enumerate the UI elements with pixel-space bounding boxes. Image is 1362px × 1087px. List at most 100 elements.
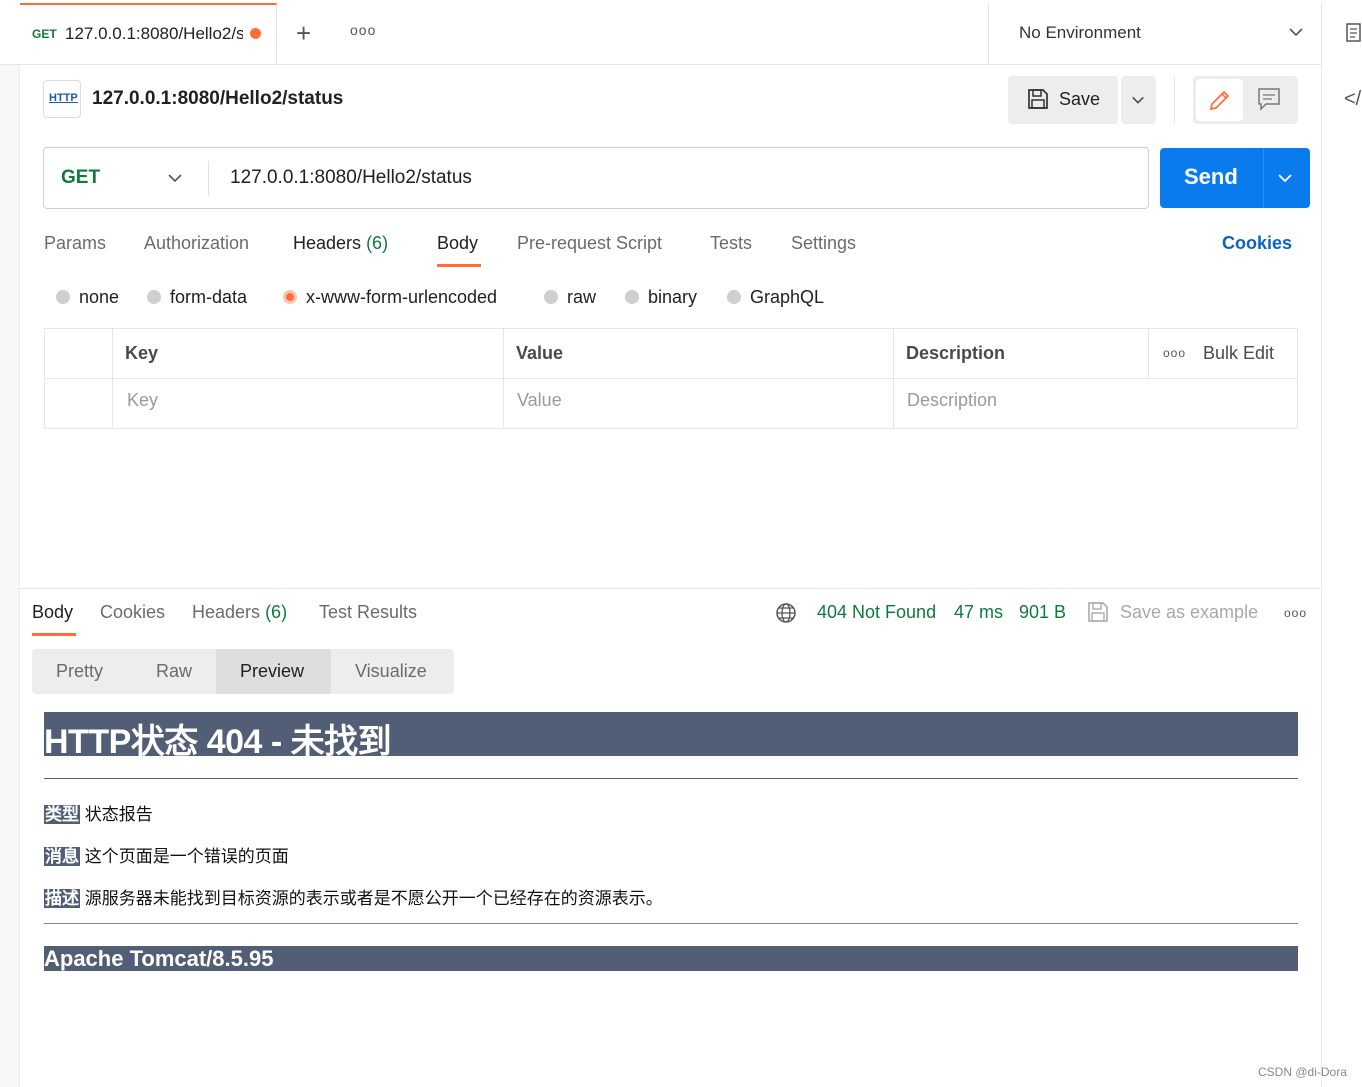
radio-label: none [79, 287, 120, 307]
preview-footer: Apache Tomcat/8.5.95 [44, 946, 274, 971]
preview-row-description: 描述 源服务器未能找到目标资源的表示或者是不愿公开一个已经存在的资源表示。 [44, 884, 663, 909]
bulk-edit-button[interactable]: Bulk Edit [1203, 343, 1274, 364]
request-title[interactable]: 127.0.0.1:8080/Hello2/status [92, 88, 343, 110]
response-headers-label: Headers [192, 602, 261, 622]
radio-label: GraphQL [750, 287, 825, 307]
method-select[interactable]: GET [61, 167, 100, 189]
environment-quick-look-icon[interactable] [1346, 22, 1362, 44]
response-tab-test-results[interactable]: Test Results [319, 602, 417, 623]
tab-title: 127.0.0.1:8080/Hello2/s [65, 24, 243, 43]
response-more-button[interactable]: ooo [1284, 606, 1307, 620]
radio-circle [147, 290, 161, 304]
response-tab-headers[interactable]: Headers (6) [192, 602, 287, 623]
new-tab-button[interactable]: + [296, 20, 311, 46]
response-headers-count: (6) [265, 602, 288, 622]
url-input[interactable]: 127.0.0.1:8080/Hello2/status [230, 167, 472, 189]
response-tab-cookies[interactable]: Cookies [100, 602, 165, 623]
send-options-chevron-icon[interactable] [1277, 170, 1293, 186]
headers-count: (6) [366, 233, 389, 253]
tab-tests[interactable]: Tests [710, 233, 752, 254]
radio-none[interactable]: none [56, 287, 119, 308]
globe-icon[interactable] [775, 602, 797, 624]
view-raw[interactable]: Raw [156, 661, 192, 682]
radio-x-www-form-urlencoded[interactable]: x-www-form-urlencoded [283, 287, 497, 308]
edit-mode-button[interactable] [1196, 79, 1243, 121]
response-divider[interactable] [20, 588, 1321, 589]
tab-prerequest-script[interactable]: Pre-request Script [517, 233, 662, 254]
code-snippet-icon[interactable]: </ [1344, 88, 1361, 111]
column-header-key: Key [125, 343, 159, 363]
unsaved-indicator-icon [250, 28, 261, 39]
active-tab-indicator [32, 633, 76, 636]
preview-row-label: 类型 [44, 805, 80, 824]
left-sidebar [0, 0, 20, 1087]
http-badge-label: HTTP [49, 92, 78, 104]
save-icon [1028, 89, 1048, 109]
preview-row-text: 状态报告 [84, 805, 153, 824]
preview-row-label: 消息 [44, 847, 80, 866]
save-dropdown-button[interactable] [1121, 76, 1156, 124]
table-more-button[interactable]: ooo [1163, 346, 1186, 360]
tab-headers[interactable]: Headers (6) [293, 233, 388, 254]
response-time[interactable]: 47 ms [954, 602, 1003, 623]
radio-graphql[interactable]: GraphQL [727, 287, 824, 308]
response-tab-body[interactable]: Body [32, 602, 73, 623]
view-preview[interactable]: Preview [240, 661, 304, 682]
radio-raw[interactable]: raw [544, 287, 596, 308]
tab-method-badge: GET [32, 27, 57, 41]
radio-circle [625, 290, 639, 304]
save-button-label: Save [1059, 89, 1101, 109]
description-input[interactable]: Description [907, 390, 997, 411]
watermark: CSDN @di-Dora [1258, 1065, 1347, 1079]
preview-rule [44, 923, 1298, 924]
radio-binary[interactable]: binary [625, 287, 697, 308]
column-header-description: Description [906, 343, 1006, 363]
environment-label: No Environment [1019, 23, 1141, 42]
preview-row-text: 这个页面是一个错误的页面 [84, 847, 289, 866]
right-sidebar [1321, 64, 1362, 1087]
cookies-link[interactable]: Cookies [1222, 233, 1292, 254]
tab-headers-label: Headers [293, 233, 362, 253]
send-divider [1263, 148, 1264, 208]
column-header-value: Value [516, 343, 564, 363]
key-input[interactable]: Key [127, 390, 158, 411]
tab-body[interactable]: Body [437, 233, 478, 254]
save-example-icon [1088, 602, 1108, 622]
comment-icon[interactable] [1256, 86, 1282, 112]
toolbar-divider [1174, 76, 1175, 124]
save-as-example-button[interactable]: Save as example [1120, 602, 1258, 623]
active-tab-indicator [437, 264, 481, 267]
chevron-down-icon [1289, 28, 1303, 37]
view-pretty[interactable]: Pretty [56, 661, 103, 682]
preview-heading: HTTP状态 404 - 未找到 [44, 723, 392, 761]
radio-label: binary [648, 287, 698, 307]
response-size[interactable]: 901 B [1019, 602, 1066, 623]
send-button-label: Send [1184, 164, 1238, 189]
radio-form-data[interactable]: form-data [147, 287, 247, 308]
preview-row-text: 源服务器未能找到目标资源的表示或者是不愿公开一个已经存在的资源表示。 [84, 889, 663, 908]
table-divider [1148, 328, 1149, 378]
preview-rule [44, 778, 1298, 779]
chevron-down-icon[interactable] [167, 170, 183, 186]
url-divider [208, 161, 209, 195]
value-input[interactable]: Value [517, 390, 562, 411]
view-visualize[interactable]: Visualize [355, 661, 427, 682]
preview-row-label: 描述 [44, 889, 80, 908]
radio-label: x-www-form-urlencoded [306, 287, 498, 307]
radio-label: form-data [170, 287, 248, 307]
tab-params[interactable]: Params [44, 233, 106, 254]
table-row-divider [44, 378, 1298, 379]
radio-label: raw [567, 287, 597, 307]
pencil-icon [1209, 90, 1230, 111]
tab-more-button[interactable]: ooo [350, 22, 376, 38]
tab-settings[interactable]: Settings [791, 233, 856, 254]
radio-circle [727, 290, 741, 304]
chevron-down-icon [1132, 96, 1144, 104]
response-status[interactable]: 404 Not Found [817, 602, 936, 623]
radio-circle [544, 290, 558, 304]
radio-circle [56, 290, 70, 304]
http-request-icon: HTTP [43, 80, 81, 118]
radio-circle-selected [283, 290, 297, 304]
tab-authorization[interactable]: Authorization [144, 233, 249, 254]
preview-row-message: 消息 这个页面是一个错误的页面 [44, 842, 289, 867]
